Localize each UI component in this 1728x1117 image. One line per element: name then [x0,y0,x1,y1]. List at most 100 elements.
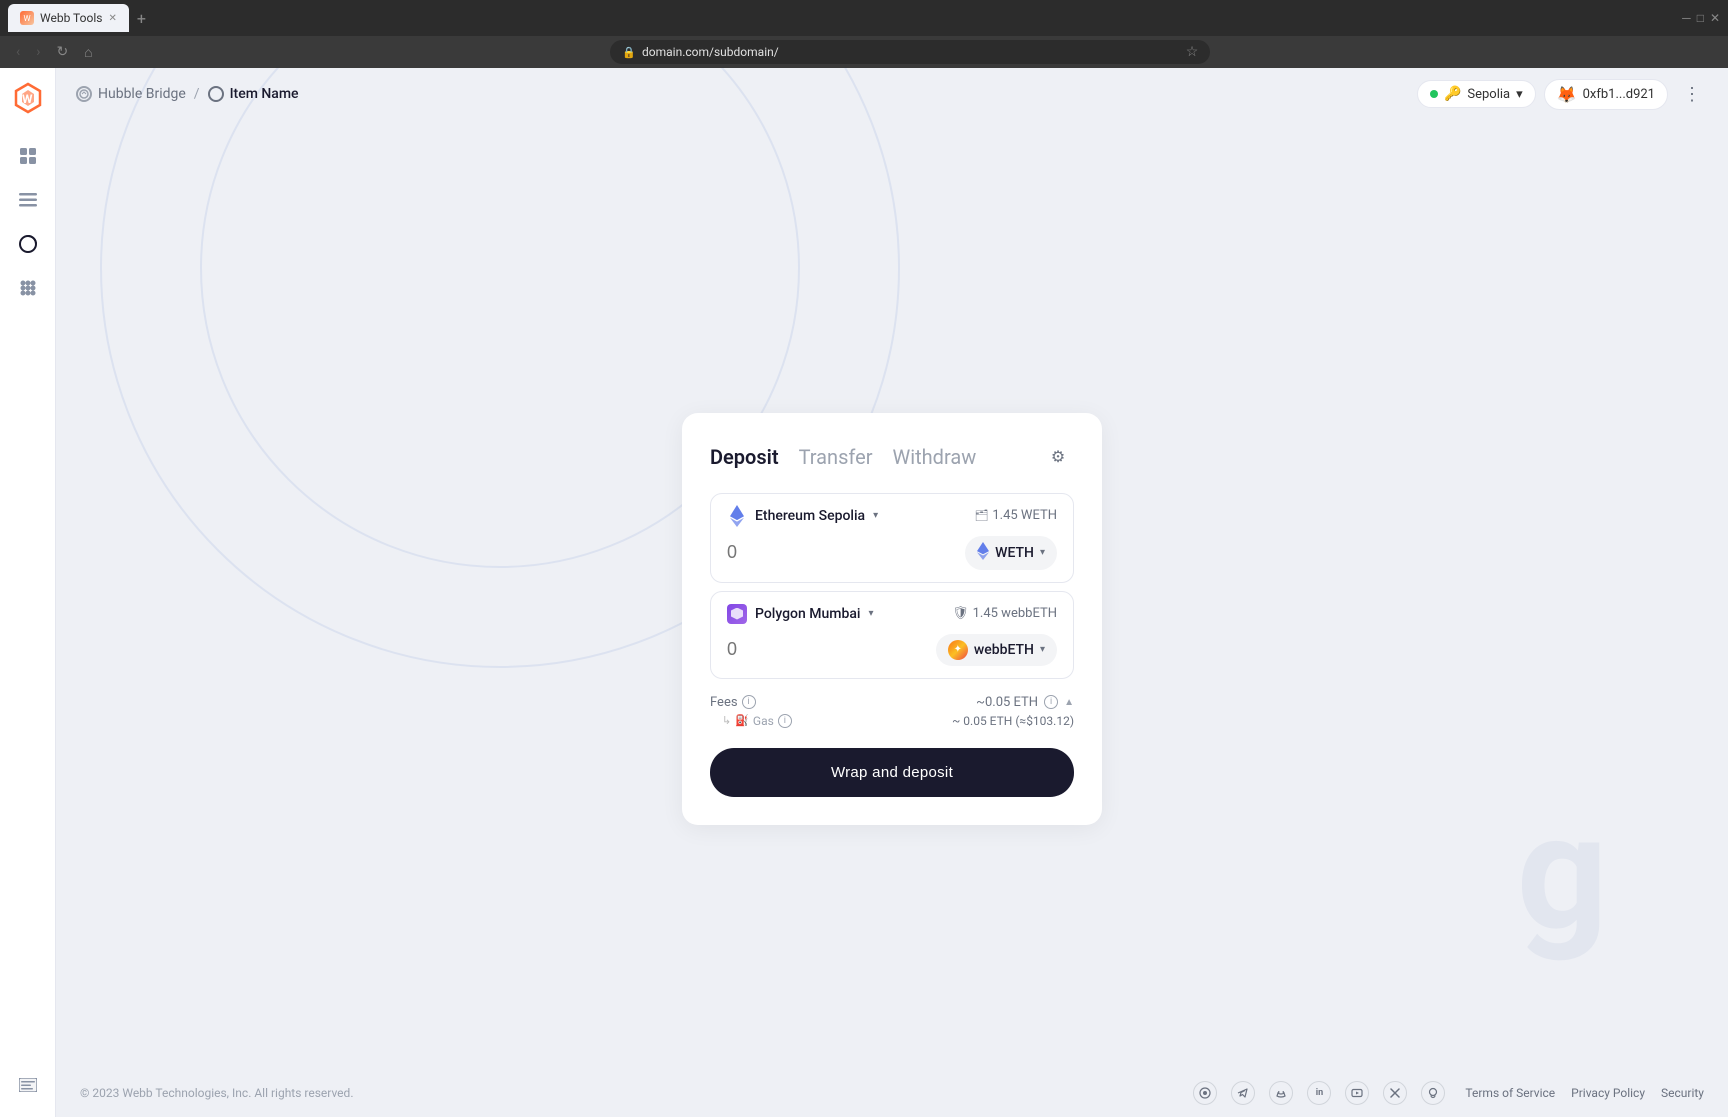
fees-amount-info-icon[interactable]: i [1044,695,1058,709]
source-amount-input[interactable] [727,542,847,563]
dest-chain-selector[interactable]: Polygon Mumbai ▾ [727,604,874,624]
source-chain-section: Ethereum Sepolia ▾ 🗂 1.45 WETH [710,493,1074,583]
dest-amount-input[interactable] [727,639,847,660]
gas-pump-icon: ⛽ [735,714,749,727]
source-chain-balance: 🗂 1.45 WETH [974,508,1057,523]
breadcrumb-parent-item: Hubble Bridge [76,86,186,102]
footer-privacy-link[interactable]: Privacy Policy [1571,1086,1645,1100]
source-chain-chevron-icon: ▾ [873,510,878,521]
fees-amount-value: ~0.05 ETH [976,695,1038,710]
app-container: g W [0,68,1728,1117]
webbeth-icon: ✦ [948,640,968,660]
fee-gas-value: ~ 0.05 ETH (≈$103.12) [952,714,1074,728]
url-bar[interactable]: 🔒 domain.com/subdomain/ ☆ [610,40,1210,64]
tab-transfer[interactable]: Transfer [799,445,873,469]
browser-chrome: W Webb Tools ✕ + ─ □ ✕ [0,0,1728,36]
fee-gas-text: Gas [753,714,774,728]
browser-tab-active[interactable]: W Webb Tools ✕ [8,4,129,32]
social-linkedin-button[interactable]: in [1307,1081,1331,1105]
fee-gas-label: ↳ ⛽ Gas i [722,714,792,728]
address-bar: ‹ › ↻ ⌂ 🔒 domain.com/subdomain/ ☆ [0,36,1728,68]
reload-button[interactable]: ↻ [52,42,72,62]
social-github-button[interactable] [1421,1081,1445,1105]
header-right: 🔑 Sepolia ▾ 🦊 0xfb1...d921 ⋮ [1417,78,1708,110]
footer-links: Terms of Service Privacy Policy Security [1465,1086,1704,1100]
linkedin-text: in [1316,1088,1323,1098]
fees-text: Fees [710,695,738,710]
sidebar-item-apps[interactable] [8,268,48,308]
dest-chain-balance: 🛡 1.45 webbETH [952,606,1057,621]
footer-security-link[interactable]: Security [1661,1086,1704,1100]
maximize-button[interactable]: □ [1697,11,1704,25]
tab-title: Webb Tools [40,11,102,25]
tab-deposit[interactable]: Deposit [710,445,779,469]
breadcrumb-current-item: Item Name [208,86,299,102]
more-options-icon: ⋮ [1683,84,1701,105]
dest-token-selector[interactable]: ✦ webbETH ▾ [936,634,1057,666]
wallet-selector[interactable]: 🦊 0xfb1...d921 [1544,79,1668,110]
sidebar-item-list[interactable] [8,180,48,220]
network-selector[interactable]: 🔑 Sepolia ▾ [1417,80,1536,108]
sidebar-item-terminal[interactable] [8,1065,48,1105]
svg-text:W: W [22,92,33,106]
deposit-card: Deposit Transfer Withdraw ⚙ [682,413,1102,825]
new-tab-button[interactable]: + [133,9,150,28]
bookmark-star-icon[interactable]: ☆ [1186,44,1199,60]
security-lock-icon: 🔒 [622,46,636,59]
settings-icon: ⚙ [1051,447,1065,466]
sidebar: W [0,68,56,1117]
footer-social-links: in [1193,1081,1445,1105]
social-twitter-button[interactable] [1383,1081,1407,1105]
social-discord-button[interactable] [1269,1081,1293,1105]
footer-tos-link[interactable]: Terms of Service [1465,1086,1555,1100]
forward-button[interactable]: › [32,42,44,62]
social-telegram-button[interactable] [1231,1081,1255,1105]
fee-gas-info-icon[interactable]: i [778,714,792,728]
source-token-selector[interactable]: WETH ▾ [965,536,1057,570]
fees-amount: ~0.05 ETH i ▲ [976,695,1074,710]
wrap-deposit-button[interactable]: Wrap and deposit [710,748,1074,797]
fees-label: Fees i [710,695,756,710]
footer: © 2023 Webb Technologies, Inc. All right… [56,1069,1728,1117]
tab-close-button[interactable]: ✕ [108,13,116,24]
dest-token-name: webbETH [974,642,1034,658]
breadcrumb-parent-icon [76,86,92,102]
dest-chain-balance-value: 1.45 webbETH [973,606,1057,621]
weth-eth-icon [977,542,989,564]
minimize-button[interactable]: ─ [1682,11,1691,25]
main-content: Deposit Transfer Withdraw ⚙ [56,68,1728,1117]
source-amount-row: WETH ▾ [727,536,1057,570]
breadcrumb-current-icon [208,86,224,102]
source-chain-selector[interactable]: Ethereum Sepolia ▾ [727,506,878,526]
fees-info-icon[interactable]: i [742,695,756,709]
wallet-icon: 🦊 [1557,85,1577,104]
dest-chain-name: Polygon Mumbai [755,606,861,622]
source-token-chevron-icon: ▾ [1040,547,1045,558]
sidebar-logo[interactable]: W [10,80,46,116]
footer-copyright: © 2023 Webb Technologies, Inc. All right… [80,1086,353,1100]
source-token-name: WETH [995,545,1034,561]
social-youtube-button[interactable] [1345,1081,1369,1105]
breadcrumb: Hubble Bridge / Item Name [76,86,299,102]
balance-wallet-icon: 🗂 [974,509,988,522]
fees-expand-button[interactable]: ▲ [1064,697,1074,708]
wallet-address: 0xfb1...d921 [1583,87,1655,102]
dest-balance-shield-icon: 🛡 [952,606,969,621]
more-options-button[interactable]: ⋮ [1676,78,1708,110]
back-button[interactable]: ‹ [12,42,24,62]
card-settings-button[interactable]: ⚙ [1042,441,1074,473]
close-window-button[interactable]: ✕ [1710,11,1720,25]
tab-withdraw[interactable]: Withdraw [893,445,977,469]
dest-chain-header: Polygon Mumbai ▾ 🛡 1.45 webbETH [727,604,1057,624]
social-gitbook-button[interactable] [1193,1081,1217,1105]
network-label: Sepolia [1467,87,1510,102]
sidebar-item-circle[interactable] [8,224,48,264]
logo-icon: W [12,82,44,114]
source-chain-balance-value: 1.45 WETH [992,508,1057,523]
dest-chain-section: Polygon Mumbai ▾ 🛡 1.45 webbETH ✦ webbET… [710,591,1074,679]
breadcrumb-parent-link[interactable]: Hubble Bridge [98,86,186,102]
polygon-icon [727,604,747,624]
source-chain-name: Ethereum Sepolia [755,508,865,524]
home-button[interactable]: ⌂ [80,42,96,63]
sidebar-item-grid[interactable] [8,136,48,176]
